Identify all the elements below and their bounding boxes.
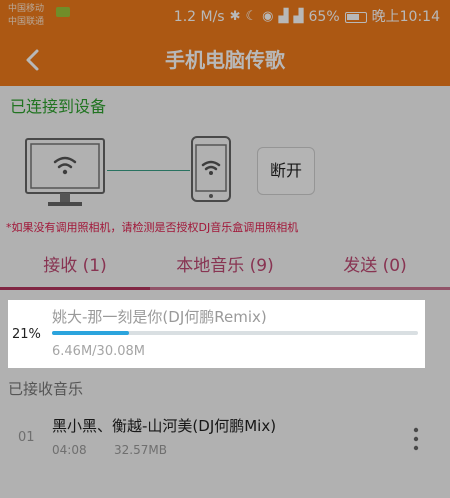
active-tab-indicator: [0, 287, 150, 290]
signal-2-icon: ▟: [293, 9, 304, 24]
network-speed: 1.2 M/s: [173, 9, 225, 25]
transfer-percent: 21%: [12, 327, 41, 342]
message-icon: [56, 7, 70, 17]
battery-percent: 65%: [308, 9, 340, 25]
bluetooth-icon: ✱: [229, 9, 241, 24]
moon-icon: ☾: [245, 9, 258, 24]
connection-link-line: [107, 170, 190, 171]
song-title: 黑小黑、衡越-山河美(DJ何鹏Mix): [52, 417, 277, 435]
status-bar: 中国移动 中国联通 1.2 M/s ✱ ☾ ◉ ▟ ▟ 65% 晚上10:14: [0, 0, 450, 34]
status-indicators: 1.2 M/s ✱ ☾ ◉ ▟ ▟ 65% 晚上10:14: [174, 7, 440, 27]
clock: 晚上10:14: [371, 9, 440, 25]
monitor-wifi-icon: [25, 138, 105, 206]
song-index: 01: [18, 430, 35, 445]
music-tabs: 接收 (1) 本地音乐 (9) 发送 (0): [0, 246, 450, 290]
list-item[interactable]: 01 黑小黑、衡越-山河美(DJ何鹏Mix) 04:08 32.57MB: [0, 404, 450, 468]
transfer-progress-fill: [52, 331, 129, 335]
battery-icon: [344, 11, 367, 23]
camera-warning: *如果没有调用照相机，请检测是否授权DJ音乐盒调用照相机: [6, 221, 299, 234]
carrier-1: 中国移动: [8, 4, 45, 14]
device-connection-area: 断开: [0, 125, 450, 215]
connection-status: 已连接到设备: [10, 97, 107, 116]
transfer-song-title: 姚大-那一刻是你(DJ何鹏Remix): [52, 308, 267, 326]
song-size: 32.57MB: [114, 443, 167, 457]
transfer-progress-bar: [52, 331, 418, 335]
tab-send[interactable]: 发送 (0): [300, 246, 450, 287]
song-duration: 04:08: [52, 443, 87, 457]
phone-wifi-icon: [191, 136, 231, 202]
received-music-header: 已接收音乐: [8, 380, 84, 398]
carrier-2: 中国联通: [8, 17, 45, 27]
title-bar: 手机电脑传歌: [0, 34, 450, 86]
eye-icon: ◉: [262, 9, 274, 24]
carrier-labels: 中国移动 中国联通: [8, 3, 44, 29]
transfer-size: 6.46M/30.08M: [52, 344, 145, 359]
page-title: 手机电脑传歌: [165, 48, 285, 72]
more-vertical-icon[interactable]: [408, 426, 424, 452]
transfer-progress-card: 21% 姚大-那一刻是你(DJ何鹏Remix) 6.46M/30.08M: [8, 300, 425, 368]
signal-icon: ▟: [278, 9, 289, 24]
disconnect-button[interactable]: 断开: [257, 147, 315, 195]
tab-receive[interactable]: 接收 (1): [0, 246, 150, 287]
tab-local-music[interactable]: 本地音乐 (9): [150, 246, 300, 287]
